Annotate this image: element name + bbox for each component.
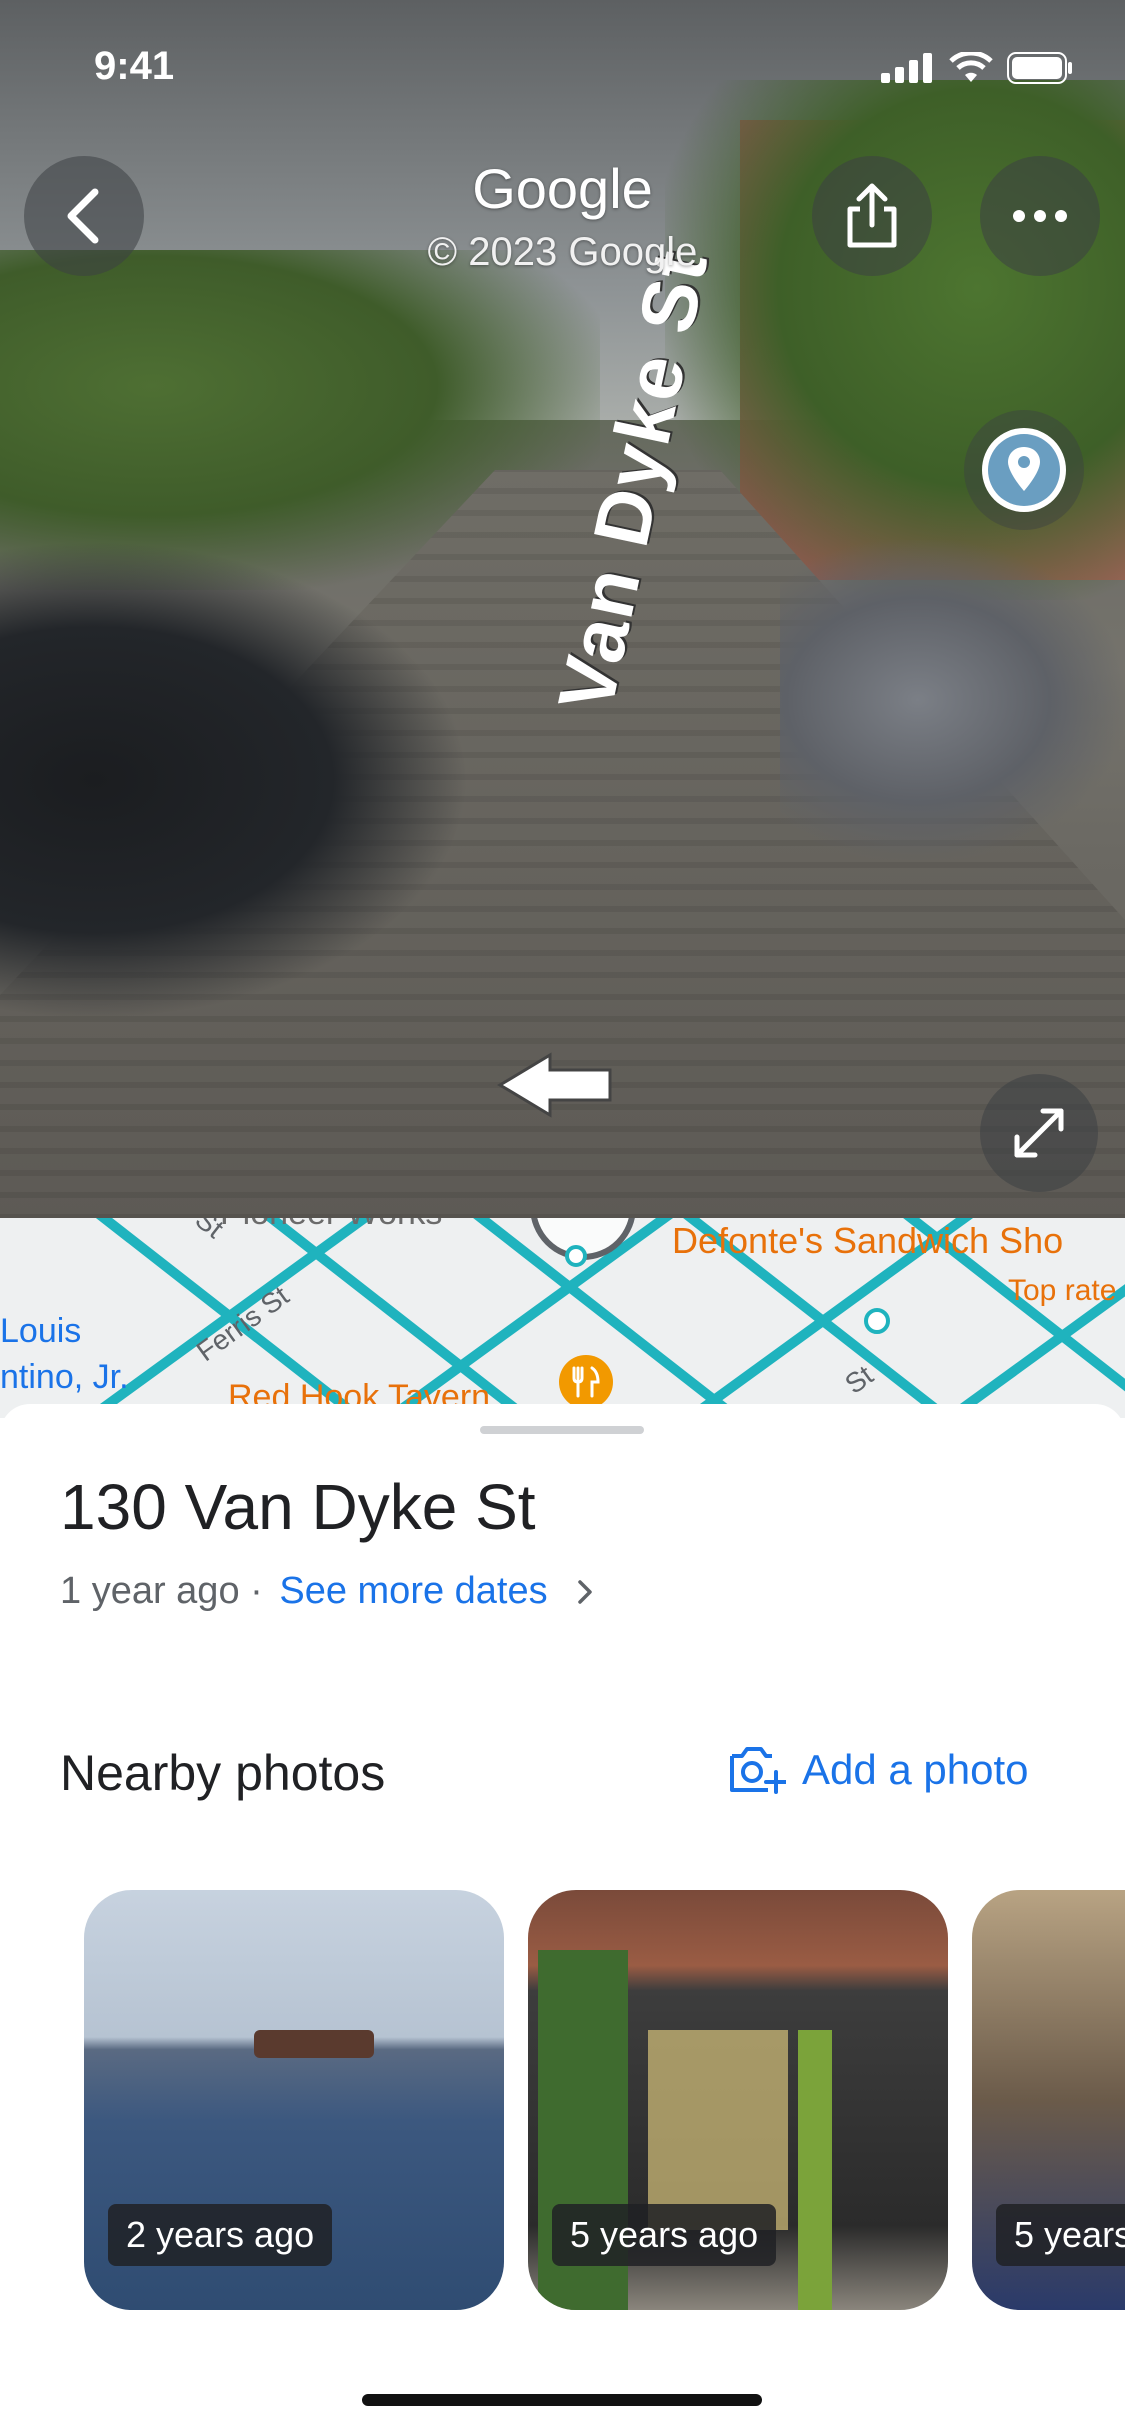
sheet-drag-handle[interactable] — [480, 1426, 644, 1434]
expand-icon — [1014, 1108, 1064, 1158]
street-view-panorama[interactable]: Van Dyke St 9:41 Google © 2023 Google — [0, 0, 1125, 1218]
imagery-source-title: Google — [472, 157, 653, 220]
restaurant-icon — [559, 1355, 613, 1409]
ferry — [254, 2030, 374, 2058]
photo-age-badge: 2 years ago — [108, 2204, 333, 2266]
status-icons — [881, 52, 1073, 84]
photo-age-badge: 5 years ago — [996, 2204, 1125, 2266]
place-details-sheet: 130 Van Dyke St 1 year ago · See more da… — [0, 1404, 1125, 2436]
more-options-button[interactable] — [980, 156, 1100, 276]
storefront-window — [648, 2030, 788, 2230]
separator: · — [239, 1570, 274, 1612]
pegman-marker-icon — [531, 1218, 635, 1267]
plants — [798, 2030, 832, 2310]
nearby-photo[interactable]: 5 years ago — [528, 1890, 948, 2310]
map-label: Louis — [0, 1312, 82, 1350]
add-photo-button[interactable]: Add a photo — [728, 1744, 1029, 1796]
more-horizontal-icon — [1013, 210, 1067, 222]
location-button[interactable] — [964, 410, 1084, 530]
wifi-icon — [949, 52, 993, 82]
add-photo-label: Add a photo — [802, 1746, 1029, 1793]
see-more-dates-link[interactable]: See more dates — [279, 1570, 547, 1613]
map-label: Pioneer Works — [220, 1218, 442, 1233]
status-time: 9:41 — [94, 44, 175, 88]
nearby-photo[interactable]: 2 years ago — [84, 1890, 504, 2310]
map-label: ntino, Jr. — [0, 1358, 129, 1396]
imagery-copyright: © 2023 Google — [427, 230, 698, 274]
add-photo-icon — [730, 1747, 786, 1794]
nearby-photos-title: Nearby photos — [60, 1745, 386, 1801]
imagery-date-row: 1 year ago · See more dates — [60, 1570, 594, 1613]
signal-icon — [881, 53, 932, 83]
imagery-age: 1 year ago — [60, 1570, 240, 1612]
navigate-forward-arrow[interactable] — [490, 1050, 620, 1120]
nearby-photos-carousel[interactable]: 2 years ago 5 years ago 5 years ago — [84, 1890, 1125, 2310]
nearby-photo[interactable]: 5 years ago — [972, 1890, 1125, 2310]
photo-age-badge: 5 years ago — [552, 2204, 777, 2266]
map-label: Defonte's Sandwich Sho — [672, 1220, 1064, 1261]
mini-map[interactable]: Pioneer Works Defonte's Sandwich Sho Top… — [0, 1218, 1125, 1418]
share-button[interactable] — [812, 156, 932, 276]
map-poi-marker — [864, 1308, 890, 1334]
battery-icon — [1007, 52, 1072, 84]
share-icon — [847, 183, 897, 248]
parked-cars-right — [780, 540, 1125, 860]
map-label: Top rate — [1008, 1274, 1117, 1307]
place-address: 130 Van Dyke St — [60, 1471, 536, 1543]
location-pin-icon — [982, 428, 1066, 512]
expand-button[interactable] — [980, 1074, 1098, 1192]
home-indicator — [362, 2394, 762, 2406]
chevron-right-icon[interactable] — [576, 1578, 594, 1606]
parked-cars-left — [0, 540, 470, 1020]
